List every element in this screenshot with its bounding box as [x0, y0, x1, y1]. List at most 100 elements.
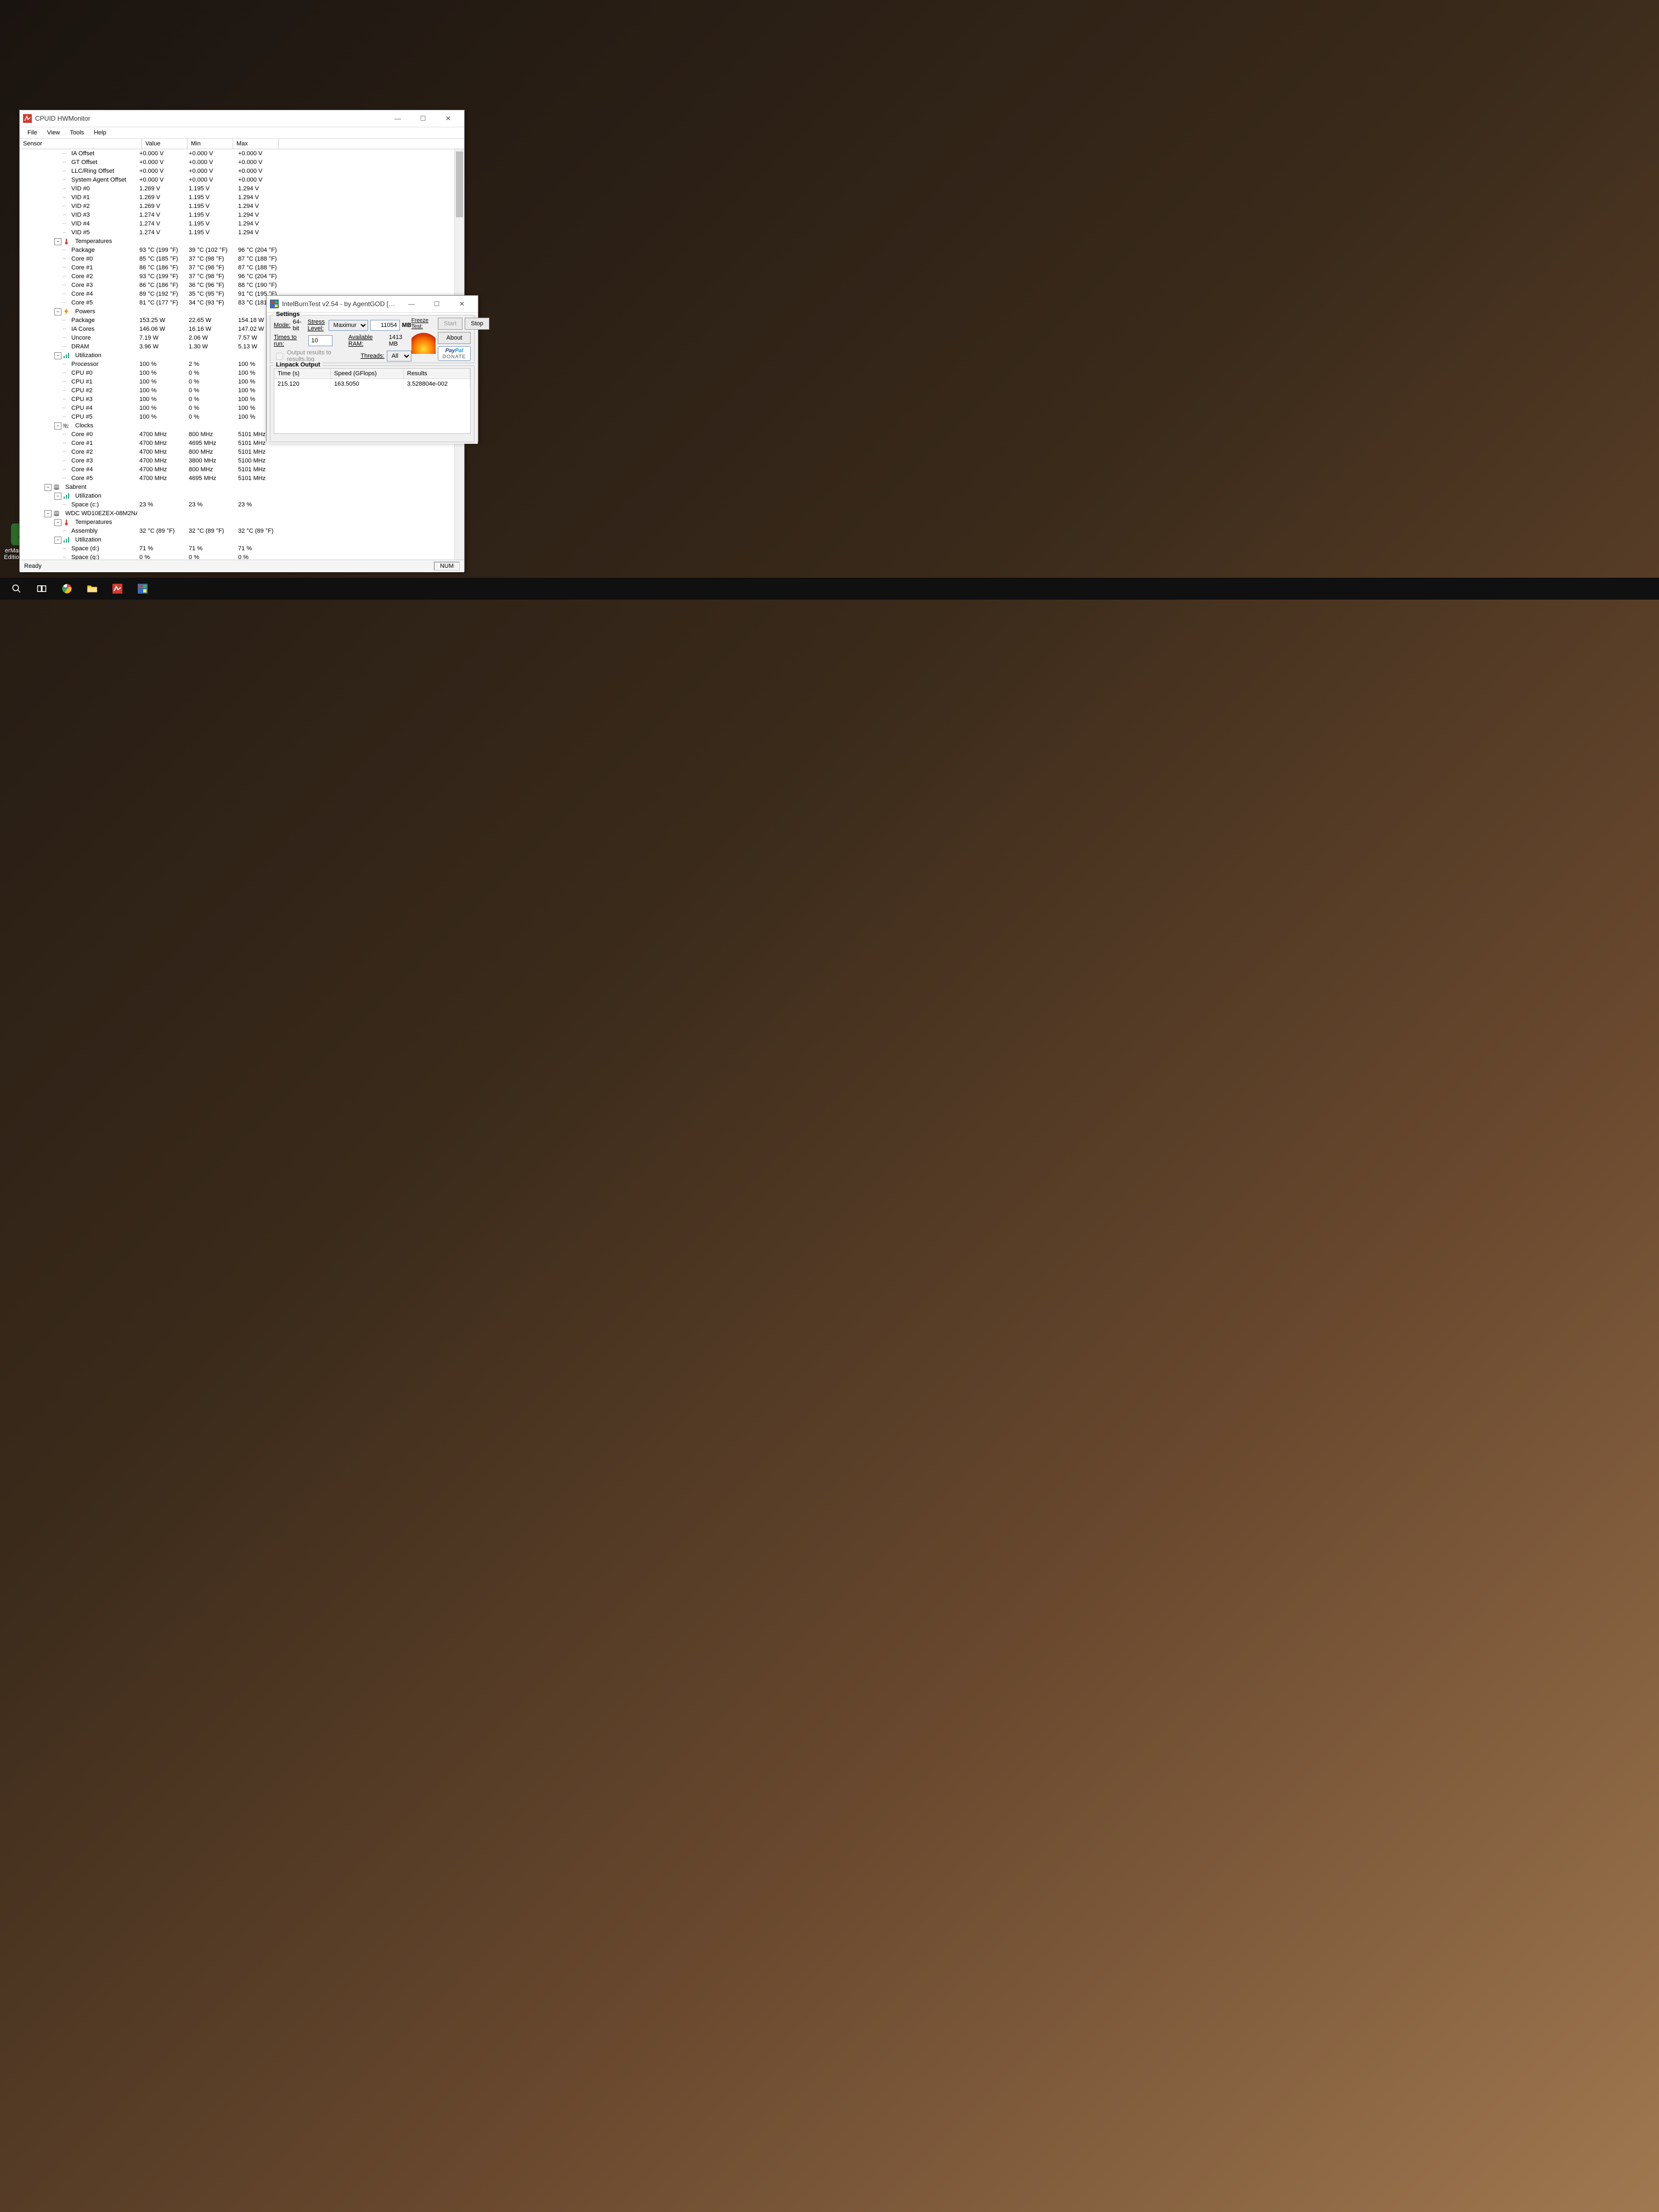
sensor-max: 1.294 V: [235, 185, 284, 192]
drive-icon: [53, 510, 60, 517]
sensor-row[interactable]: −Sabrent: [20, 483, 464, 492]
col-speed[interactable]: Speed (GFlops): [331, 369, 404, 379]
tree-expander[interactable]: −: [54, 352, 61, 359]
tree-expander[interactable]: −: [54, 493, 61, 500]
sensor-v: 0 %: [136, 554, 185, 560]
sensor-name: CPU #2: [68, 387, 136, 394]
sensor-row[interactable]: ┈ VID #01.269 V1.195 V1.294 V: [20, 184, 464, 193]
sensor-name: CPU #5: [68, 414, 136, 420]
col-results[interactable]: Results: [404, 369, 470, 379]
util-icon: [63, 493, 70, 499]
sensor-min: 4695 MHz: [185, 440, 235, 447]
sensor-row[interactable]: ┈ Core #386 °C (186 °F)36 °C (96 °F)88 °…: [20, 281, 464, 290]
hwmonitor-menubar: File View Tools Help: [20, 127, 464, 139]
col-sensor[interactable]: Sensor: [20, 139, 142, 149]
sensor-row[interactable]: ┈ VID #11.269 V1.195 V1.294 V: [20, 193, 464, 202]
times-input[interactable]: [308, 335, 332, 346]
sensor-max: 5101 MHz: [235, 466, 284, 473]
ibt-maximize-button[interactable]: ☐: [424, 296, 449, 312]
taskbar-explorer-icon[interactable]: [81, 578, 103, 600]
sensor-row[interactable]: ┈ System Agent Offset+0.000 V+0.000 V+0.…: [20, 176, 464, 184]
sensor-row[interactable]: ┈ Space (d:)71 %71 %71 %: [20, 544, 464, 553]
sensor-row[interactable]: ┈ Core #54700 MHz4695 MHz5101 MHz: [20, 474, 464, 483]
tree-expander[interactable]: −: [54, 537, 61, 544]
stress-level-select[interactable]: Maximum: [329, 320, 368, 331]
memory-input[interactable]: [370, 320, 400, 331]
maximize-button[interactable]: ☐: [410, 110, 436, 127]
menu-tools[interactable]: Tools: [65, 128, 88, 137]
ibt-minimize-button[interactable]: —: [399, 296, 424, 312]
sensor-row[interactable]: ┈ Core #293 °C (199 °F)37 °C (98 °F)96 °…: [20, 272, 464, 281]
col-value[interactable]: Value: [142, 139, 188, 149]
tree-expander[interactable]: −: [54, 422, 61, 430]
scrollbar-thumb[interactable]: [456, 151, 463, 217]
sensor-min: 0 %: [185, 554, 235, 560]
taskbar-taskview-icon[interactable]: [31, 578, 53, 600]
cell-results: 3.528804e-002: [404, 379, 470, 389]
stop-button[interactable]: Stop: [465, 318, 489, 330]
tree-expander[interactable]: −: [44, 484, 52, 491]
sensor-row[interactable]: −WDC WD10EZEX-08M2NA0: [20, 509, 464, 518]
sensor-row[interactable]: ┈ Core #34700 MHz3800 MHz5100 MHz: [20, 456, 464, 465]
col-max[interactable]: Max: [233, 139, 279, 149]
sensor-row[interactable]: ┈ Assembly32 °C (89 °F)32 °C (89 °F)32 °…: [20, 527, 464, 535]
sensor-row[interactable]: ┈ Core #44700 MHz800 MHz5101 MHz: [20, 465, 464, 474]
sensor-row[interactable]: ┈ GT Offset+0.000 V+0.000 V+0.000 V: [20, 158, 464, 167]
sensor-row[interactable]: −Temperatures: [20, 237, 464, 246]
sensor-v: +0.000 V: [136, 159, 185, 166]
col-min[interactable]: Min: [188, 139, 233, 149]
tree-expander[interactable]: −: [44, 510, 52, 517]
sensor-name: Assembly: [68, 528, 136, 534]
sensor-row[interactable]: ┈ Core #085 °C (185 °F)37 °C (98 °F)87 °…: [20, 255, 464, 263]
sensor-row[interactable]: ┈ VID #41.274 V1.195 V1.294 V: [20, 219, 464, 228]
sensor-row[interactable]: −Temperatures: [20, 518, 464, 527]
output-log-checkbox[interactable]: [276, 353, 283, 360]
hwmonitor-titlebar[interactable]: CPUID HWMonitor — ☐ ✕: [20, 110, 464, 127]
menu-file[interactable]: File: [23, 128, 42, 137]
sensor-row[interactable]: ┈ VID #31.274 V1.195 V1.294 V: [20, 211, 464, 219]
sensor-name: CPU #4: [68, 405, 136, 411]
taskbar-intelburntest-icon[interactable]: [132, 578, 154, 600]
sensor-row[interactable]: −Utilization: [20, 492, 464, 500]
sensor-row[interactable]: ┈ Core #186 °C (186 °F)37 °C (98 °F)87 °…: [20, 263, 464, 272]
sensor-max: 5101 MHz: [235, 449, 284, 455]
paypal-donate-button[interactable]: PayPal DONATE: [438, 346, 471, 361]
close-button[interactable]: ✕: [436, 110, 461, 127]
sensor-row[interactable]: ┈ LLC/Ring Offset+0.000 V+0.000 V+0.000 …: [20, 167, 464, 176]
taskbar-hwmonitor-icon[interactable]: [106, 578, 128, 600]
sensor-name: Core #1: [68, 264, 136, 271]
sensor-v: 4700 MHz: [136, 458, 185, 464]
threads-select[interactable]: All: [387, 351, 411, 362]
tree-expander[interactable]: −: [54, 308, 61, 315]
start-button[interactable]: Start: [438, 318, 462, 330]
sensor-min: 22.65 W: [185, 317, 235, 324]
sensor-row[interactable]: ┈ VID #21.269 V1.195 V1.294 V: [20, 202, 464, 211]
linpack-groupbox: Linpack Output Time (s) Speed (GFlops) R…: [270, 365, 475, 442]
taskbar-search-icon[interactable]: [5, 578, 27, 600]
sensor-min: 32 °C (89 °F): [185, 528, 235, 534]
tree-expander[interactable]: −: [54, 238, 61, 245]
list-row[interactable]: 215.120 163.5050 3.528804e-002: [274, 379, 470, 389]
ibt-close-button[interactable]: ✕: [449, 296, 475, 312]
menu-view[interactable]: View: [43, 128, 65, 137]
minimize-button[interactable]: —: [385, 110, 410, 127]
sensor-row[interactable]: ┈ IA Offset+0.000 V+0.000 V+0.000 V: [20, 149, 464, 158]
col-time[interactable]: Time (s): [274, 369, 331, 379]
tree-expander[interactable]: −: [54, 519, 61, 526]
sensor-row[interactable]: ┈ Space (c:)23 %23 %23 %: [20, 500, 464, 509]
hwmonitor-title: CPUID HWMonitor: [35, 115, 385, 122]
sensor-row[interactable]: ┈ VID #51.274 V1.195 V1.294 V: [20, 228, 464, 237]
menu-help[interactable]: Help: [89, 128, 111, 137]
sensor-row[interactable]: ┈ Space (g:)0 %0 %0 %: [20, 553, 464, 560]
sensor-row[interactable]: −Utilization: [20, 535, 464, 544]
taskbar-chrome-icon[interactable]: [56, 578, 78, 600]
linpack-listview[interactable]: Time (s) Speed (GFlops) Results 215.120 …: [274, 368, 471, 434]
sensor-row[interactable]: ┈ Core #24700 MHz800 MHz5101 MHz: [20, 448, 464, 456]
sensor-min: 1.195 V: [185, 229, 235, 236]
sensor-name: Space (d:): [68, 545, 136, 552]
sensor-name: IA Cores: [68, 326, 136, 332]
sensor-row[interactable]: ┈ Package93 °C (199 °F)39 °C (102 °F)96 …: [20, 246, 464, 255]
sensor-min: 0 %: [185, 379, 235, 385]
about-button[interactable]: About: [438, 332, 471, 344]
ibt-titlebar[interactable]: IntelBurnTest v2.54 - by AgentGOD [Burni…: [267, 296, 478, 313]
